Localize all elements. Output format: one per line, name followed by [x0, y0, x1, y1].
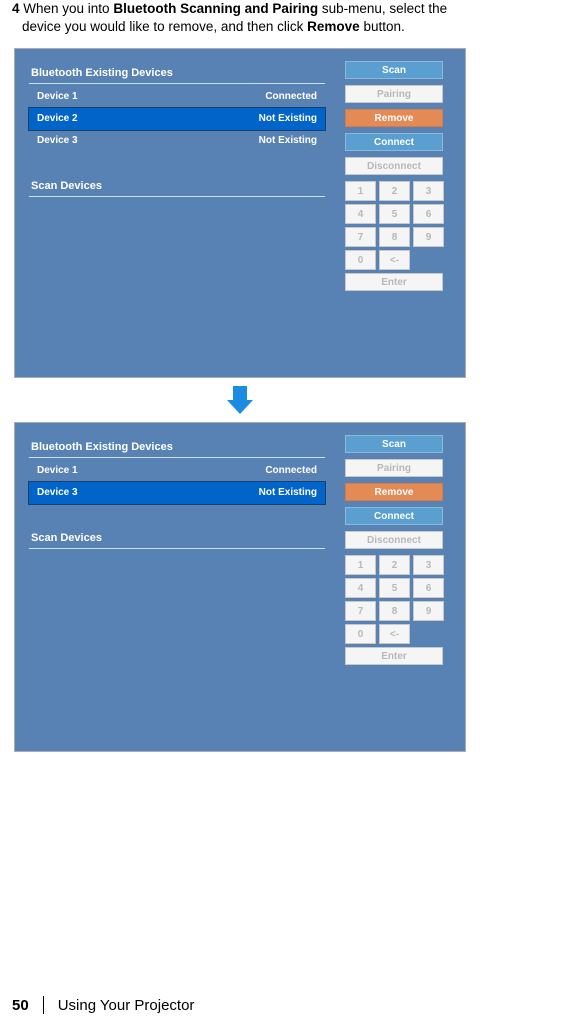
device-row[interactable]: Device 3 Not Existing — [29, 482, 325, 504]
key-5[interactable]: 5 — [379, 578, 410, 598]
footer-divider — [43, 996, 44, 1014]
device-row[interactable]: Device 3 Not Existing — [29, 130, 325, 152]
key-9[interactable]: 9 — [413, 227, 444, 247]
device-status: Connected — [265, 465, 317, 476]
page-footer: 50 Using Your Projector — [12, 996, 194, 1014]
instr-bold1: Bluetooth Scanning and Pairing — [113, 1, 318, 16]
key-4[interactable]: 4 — [345, 578, 376, 598]
key-7[interactable]: 7 — [345, 601, 376, 621]
key-backspace[interactable]: <- — [379, 624, 410, 644]
arrow-down-icon — [227, 386, 253, 414]
scan-devices-heading: Scan Devices — [29, 532, 325, 549]
key-1[interactable]: 1 — [345, 181, 376, 201]
device-name: Device 1 — [37, 465, 78, 476]
key-2[interactable]: 2 — [379, 181, 410, 201]
enter-button[interactable]: Enter — [345, 273, 443, 291]
pairing-button[interactable]: Pairing — [345, 459, 443, 477]
key-4[interactable]: 4 — [345, 204, 376, 224]
bluetooth-panel-before: Bluetooth Existing Devices Device 1 Conn… — [14, 48, 466, 378]
chapter-title: Using Your Projector — [58, 997, 195, 1014]
device-status: Not Existing — [259, 135, 317, 146]
scan-button[interactable]: Scan — [345, 435, 443, 453]
instr-line2b: button. — [360, 19, 405, 34]
disconnect-button[interactable]: Disconnect — [345, 157, 443, 175]
key-6[interactable]: 6 — [413, 578, 444, 598]
key-5[interactable]: 5 — [379, 204, 410, 224]
key-0[interactable]: 0 — [345, 250, 376, 270]
connect-button[interactable]: Connect — [345, 133, 443, 151]
device-name: Device 3 — [37, 135, 78, 146]
key-3[interactable]: 3 — [413, 555, 444, 575]
enter-button[interactable]: Enter — [345, 647, 443, 665]
key-2[interactable]: 2 — [379, 555, 410, 575]
instr-t2: sub-menu, select the — [318, 1, 447, 16]
instr-line2a: device you would like to remove, and the… — [22, 19, 307, 34]
bluetooth-panel-after: Bluetooth Existing Devices Device 1 Conn… — [14, 422, 466, 752]
device-status: Not Existing — [259, 487, 317, 498]
existing-devices-heading: Bluetooth Existing Devices — [29, 441, 325, 458]
pairing-button[interactable]: Pairing — [345, 85, 443, 103]
keypad: 1 2 3 4 5 6 7 8 9 0 <- — [345, 181, 445, 270]
disconnect-button[interactable]: Disconnect — [345, 531, 443, 549]
device-status: Connected — [265, 91, 317, 102]
key-8[interactable]: 8 — [379, 227, 410, 247]
scan-devices-heading: Scan Devices — [29, 180, 325, 197]
existing-devices-heading: Bluetooth Existing Devices — [29, 67, 325, 84]
key-9[interactable]: 9 — [413, 601, 444, 621]
remove-button[interactable]: Remove — [345, 109, 443, 127]
instr-t1: When you into — [20, 1, 114, 16]
device-row[interactable]: Device 1 Connected — [29, 460, 325, 482]
device-name: Device 3 — [37, 487, 78, 498]
instruction-text: 4 When you into Bluetooth Scanning and P… — [12, 0, 569, 36]
side-controls: Scan Pairing Remove Connect Disconnect 1… — [345, 61, 445, 297]
device-row[interactable]: Device 2 Not Existing — [29, 108, 325, 130]
key-8[interactable]: 8 — [379, 601, 410, 621]
device-status: Not Existing — [259, 113, 317, 124]
instr-bold2: Remove — [307, 19, 360, 34]
key-backspace[interactable]: <- — [379, 250, 410, 270]
key-6[interactable]: 6 — [413, 204, 444, 224]
device-name: Device 1 — [37, 91, 78, 102]
device-row[interactable]: Device 1 Connected — [29, 86, 325, 108]
scan-button[interactable]: Scan — [345, 61, 443, 79]
key-0[interactable]: 0 — [345, 624, 376, 644]
side-controls: Scan Pairing Remove Connect Disconnect 1… — [345, 435, 445, 671]
remove-button[interactable]: Remove — [345, 483, 443, 501]
key-7[interactable]: 7 — [345, 227, 376, 247]
key-1[interactable]: 1 — [345, 555, 376, 575]
keypad: 1 2 3 4 5 6 7 8 9 0 <- — [345, 555, 445, 644]
page-number: 50 — [12, 997, 29, 1014]
step-number: 4 — [12, 1, 20, 16]
device-name: Device 2 — [37, 113, 78, 124]
key-3[interactable]: 3 — [413, 181, 444, 201]
connect-button[interactable]: Connect — [345, 507, 443, 525]
